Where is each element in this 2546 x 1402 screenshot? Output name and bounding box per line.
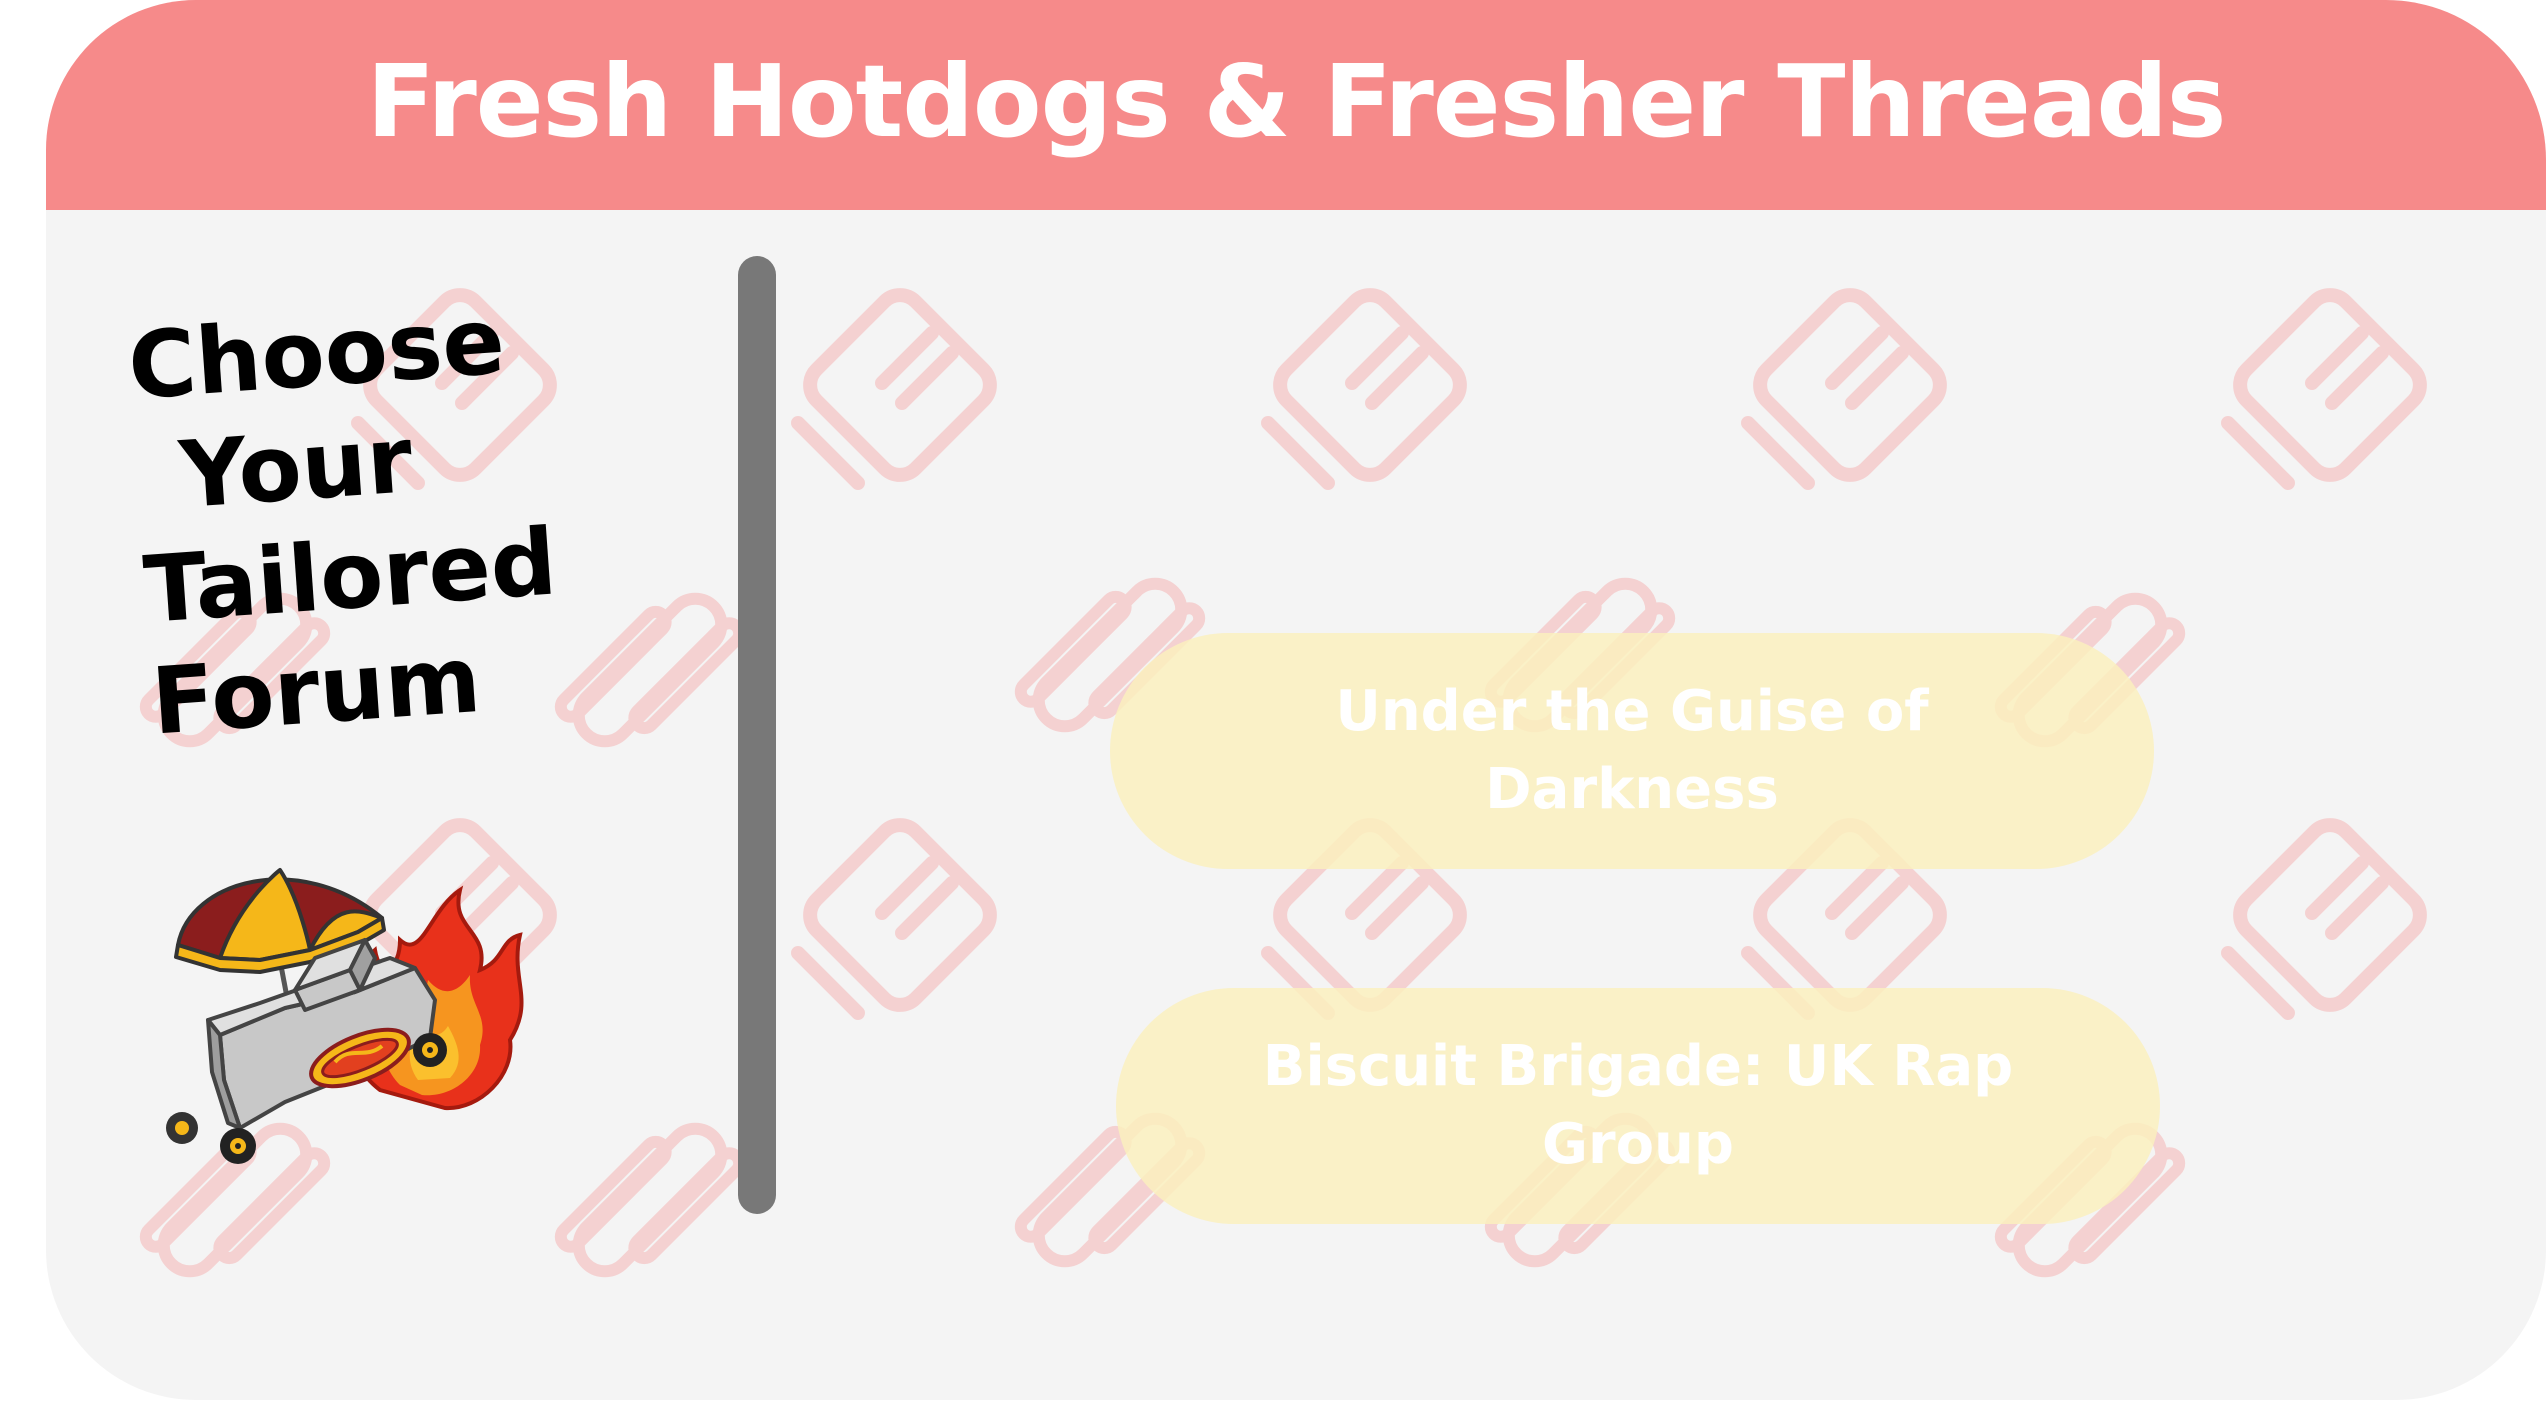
page-title: Fresh Hotdogs & Fresher Threads bbox=[366, 43, 2227, 160]
sidebar-heading-line: Choose bbox=[124, 287, 509, 421]
sidebar-heading-line: Tailored bbox=[140, 508, 560, 644]
sidebar-heading-line: Forum bbox=[148, 625, 485, 756]
header-bar: Fresh Hotdogs & Fresher Threads bbox=[46, 0, 2546, 210]
forum-button-label: Under the Guise of Darkness bbox=[1335, 679, 1929, 822]
sidebar-heading: Choose Your Tailored Forum bbox=[124, 287, 560, 758]
hotdog-cart-illustration bbox=[166, 868, 524, 1164]
forum-button-biscuit-brigade[interactable]: Biscuit Brigade: UK Rap Group bbox=[1116, 988, 2160, 1224]
forum-button-label: Biscuit Brigade: UK Rap Group bbox=[1262, 1034, 2014, 1177]
forum-button-under-the-guise-of-darkness[interactable]: Under the Guise of Darkness bbox=[1110, 633, 2154, 869]
sidebar-heading-line: Your bbox=[176, 406, 416, 530]
vertical-divider bbox=[738, 256, 776, 1214]
